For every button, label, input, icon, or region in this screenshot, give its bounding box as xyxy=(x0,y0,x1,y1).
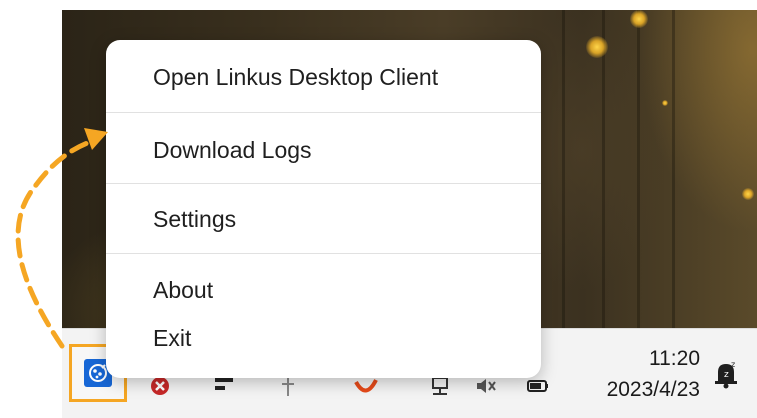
svg-text:z: z xyxy=(724,370,729,380)
svg-text:z: z xyxy=(731,360,735,369)
firefly-glow xyxy=(662,100,668,106)
tray-context-menu: Open Linkus Desktop Client Download Logs… xyxy=(106,40,541,378)
bell-snooze-icon[interactable]: z z xyxy=(712,359,740,389)
firefly-glow xyxy=(586,36,608,58)
menu-divider xyxy=(106,112,541,113)
clock-time: 11:20 xyxy=(649,347,700,370)
menu-item-settings[interactable]: Settings xyxy=(106,206,541,233)
system-clock[interactable]: 11:20 2023/4/23 xyxy=(580,343,700,405)
menu-item-download-logs[interactable]: Download Logs xyxy=(106,137,541,164)
menu-item-label: Exit xyxy=(153,325,192,351)
firefly-glow xyxy=(742,188,754,200)
clock-date: 2023/4/23 xyxy=(606,378,700,401)
menu-item-label: Open Linkus Desktop Client xyxy=(153,64,439,90)
menu-item-label: About xyxy=(153,277,214,303)
menu-item-open-client[interactable]: Open Linkus Desktop Client xyxy=(106,64,541,91)
menu-item-about[interactable]: About xyxy=(106,277,541,304)
menu-item-label: Download Logs xyxy=(153,137,312,163)
screenshot: 11:20 2023/4/23 z z Open Linkus Desktop … xyxy=(0,0,757,418)
menu-item-exit[interactable]: Exit xyxy=(106,325,541,352)
menu-divider xyxy=(106,253,541,254)
menu-item-label: Settings xyxy=(153,206,237,232)
firefly-glow xyxy=(630,10,648,28)
menu-divider xyxy=(106,183,541,184)
